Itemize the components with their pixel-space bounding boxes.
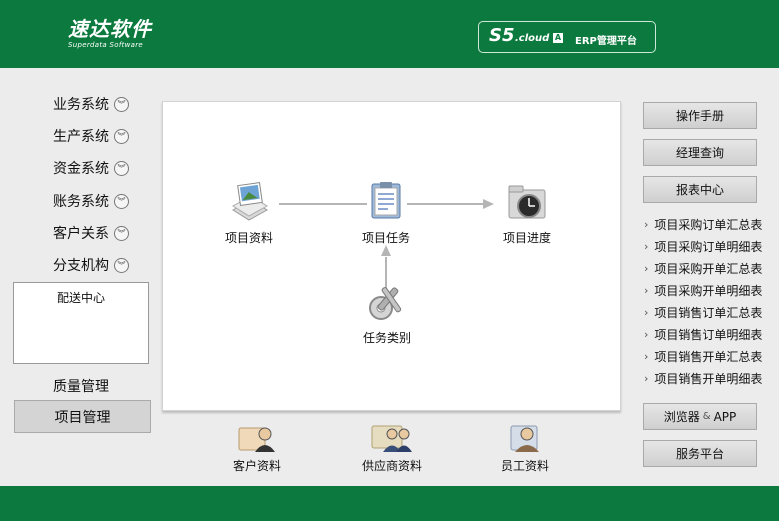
sidebar-item-label: 分支机构 xyxy=(53,258,109,274)
report-link[interactable]: › 项目采购开单汇总表 xyxy=(644,260,762,276)
chevron-right-icon: › xyxy=(644,371,649,385)
footer-bar xyxy=(0,486,779,521)
employee-data-link[interactable]: 员工资料 xyxy=(496,422,554,474)
sidebar-item-label: 账务系统 xyxy=(53,194,109,210)
report-label: 项目采购订单汇总表 xyxy=(654,217,763,232)
report-label: 项目采购开单汇总表 xyxy=(654,261,763,276)
product-badge: S5 .cloud A ERP管理平台 xyxy=(478,21,656,53)
ampersand-label: & xyxy=(702,411,711,422)
arrow-right-icon xyxy=(483,199,494,209)
node-label: 项目进度 xyxy=(502,231,551,245)
node-project-data[interactable]: 项目资料 xyxy=(221,180,277,246)
sidebar-item-project-selected[interactable]: 项目管理 xyxy=(14,400,151,433)
sidebar-item-label: 生产系统 xyxy=(53,129,109,145)
chevron-double-down-icon[interactable]: ︾ xyxy=(114,160,129,176)
report-label: 项目采购订单明细表 xyxy=(654,239,763,254)
logo-cn-text: 速达软件 xyxy=(68,17,152,41)
sidebar-item-funds[interactable]: 资金系统 ︾ xyxy=(53,158,129,178)
employee-data-label: 员工资料 xyxy=(500,459,549,473)
arrow-up-icon xyxy=(381,245,391,256)
tools-gear-icon xyxy=(369,287,402,320)
node-label: 项目任务 xyxy=(361,231,410,245)
sidebar-item-branches[interactable]: 分支机构 ︾ xyxy=(53,255,129,275)
report-link[interactable]: › 项目销售订单汇总表 xyxy=(644,304,762,320)
chevron-right-icon: › xyxy=(644,305,649,319)
chevron-right-icon: › xyxy=(644,217,649,231)
sidebar-item-production[interactable]: 生产系统 ︾ xyxy=(53,126,129,146)
browser-app-button[interactable]: 浏览器 & APP xyxy=(643,403,757,430)
customer-data-link[interactable]: 客户资料 xyxy=(228,422,286,474)
report-label: 项目销售订单明细表 xyxy=(654,327,763,342)
manual-button[interactable]: 操作手册 xyxy=(643,102,757,129)
chevron-right-icon: › xyxy=(644,327,649,341)
node-project-progress[interactable]: 项目进度 xyxy=(497,180,557,246)
supplier-data-label: 供应商资料 xyxy=(361,459,422,473)
sidebar-item-crm[interactable]: 客户关系 ︾ xyxy=(53,223,129,243)
supplier-icon xyxy=(371,425,412,452)
logo-en-text: Superdata Software xyxy=(68,41,144,49)
report-link[interactable]: › 项目销售开单明细表 xyxy=(644,370,762,386)
connector-line xyxy=(407,203,487,205)
chevron-right-icon: › xyxy=(644,283,649,297)
chevron-double-down-icon[interactable]: ︾ xyxy=(114,128,129,144)
node-label: 任务类别 xyxy=(362,331,411,345)
customer-data-label: 客户资料 xyxy=(232,459,281,473)
browser-label: 浏览器 xyxy=(663,410,700,424)
manual-button-label: 操作手册 xyxy=(675,109,724,123)
badge-erp-text: ERP管理平台 xyxy=(575,36,637,47)
sidebar-item-accounting[interactable]: 账务系统 ︾ xyxy=(53,191,129,211)
node-task-categories[interactable]: 任务类别 xyxy=(359,280,415,346)
photo-album-icon xyxy=(232,182,268,221)
customer-icon xyxy=(238,427,275,452)
report-label: 项目销售订单汇总表 xyxy=(654,305,763,320)
report-link[interactable]: › 项目采购订单汇总表 xyxy=(644,216,762,232)
manager-query-label: 经理查询 xyxy=(675,146,724,160)
chevron-double-down-icon[interactable]: ︾ xyxy=(114,193,129,209)
badge-s5: S5 xyxy=(489,25,515,46)
sidebar-item-label: 项目管理 xyxy=(54,409,111,426)
chevron-right-icon: › xyxy=(644,261,649,275)
chevron-double-down-icon[interactable]: ︾ xyxy=(114,257,129,273)
employee-icon xyxy=(510,425,539,452)
report-label: 项目销售开单汇总表 xyxy=(654,349,763,364)
node-label: 项目资料 xyxy=(224,231,273,245)
chevron-right-icon: › xyxy=(644,349,649,363)
report-label: 项目采购开单明细表 xyxy=(654,283,763,298)
chevron-double-down-icon[interactable]: ︾ xyxy=(114,225,129,241)
branch-list: 配送中心 xyxy=(13,282,149,364)
app-label: APP xyxy=(713,409,737,424)
header-bar: 速达软件 Superdata Software S5 .cloud A ERP管… xyxy=(0,0,779,68)
report-link[interactable]: › 项目销售开单汇总表 xyxy=(644,348,762,364)
sidebar-item-business[interactable]: 业务系统 ︾ xyxy=(53,94,129,114)
report-link[interactable]: › 项目销售订单明细表 xyxy=(644,326,762,342)
node-project-tasks[interactable]: 项目任务 xyxy=(358,180,414,246)
sidebar-item-label: 资金系统 xyxy=(53,161,109,177)
badge-a-box: A xyxy=(553,33,563,43)
service-platform-button[interactable]: 服务平台 xyxy=(643,440,757,467)
workflow-canvas: 项目资料 项目任务 项目进度 任务类别 xyxy=(162,101,621,411)
service-platform-label: 服务平台 xyxy=(675,447,724,461)
report-center-button[interactable]: 报表中心 xyxy=(643,176,757,203)
chevron-double-down-icon[interactable]: ︾ xyxy=(114,96,129,112)
sidebar-item-label: 客户关系 xyxy=(53,226,109,242)
superdata-logo: 速达软件 Superdata Software xyxy=(68,18,152,49)
report-link[interactable]: › 项目采购开单明细表 xyxy=(644,282,762,298)
clipboard-icon xyxy=(371,182,401,219)
supplier-data-link[interactable]: 供应商资料 xyxy=(356,422,428,474)
connector-line xyxy=(279,203,367,205)
report-center-label: 报表中心 xyxy=(675,183,724,197)
branch-entry-distribution[interactable]: 配送中心 xyxy=(57,289,105,306)
sidebar-item-label: 业务系统 xyxy=(53,97,109,113)
clock-folder-icon xyxy=(508,185,546,219)
sidebar-item-quality[interactable]: 质量管理 xyxy=(53,376,109,396)
badge-cloud: .cloud xyxy=(515,33,550,44)
report-label: 项目销售开单明细表 xyxy=(654,371,763,386)
manager-query-button[interactable]: 经理查询 xyxy=(643,139,757,166)
report-link[interactable]: › 项目采购订单明细表 xyxy=(644,238,762,254)
chevron-right-icon: › xyxy=(644,239,649,253)
